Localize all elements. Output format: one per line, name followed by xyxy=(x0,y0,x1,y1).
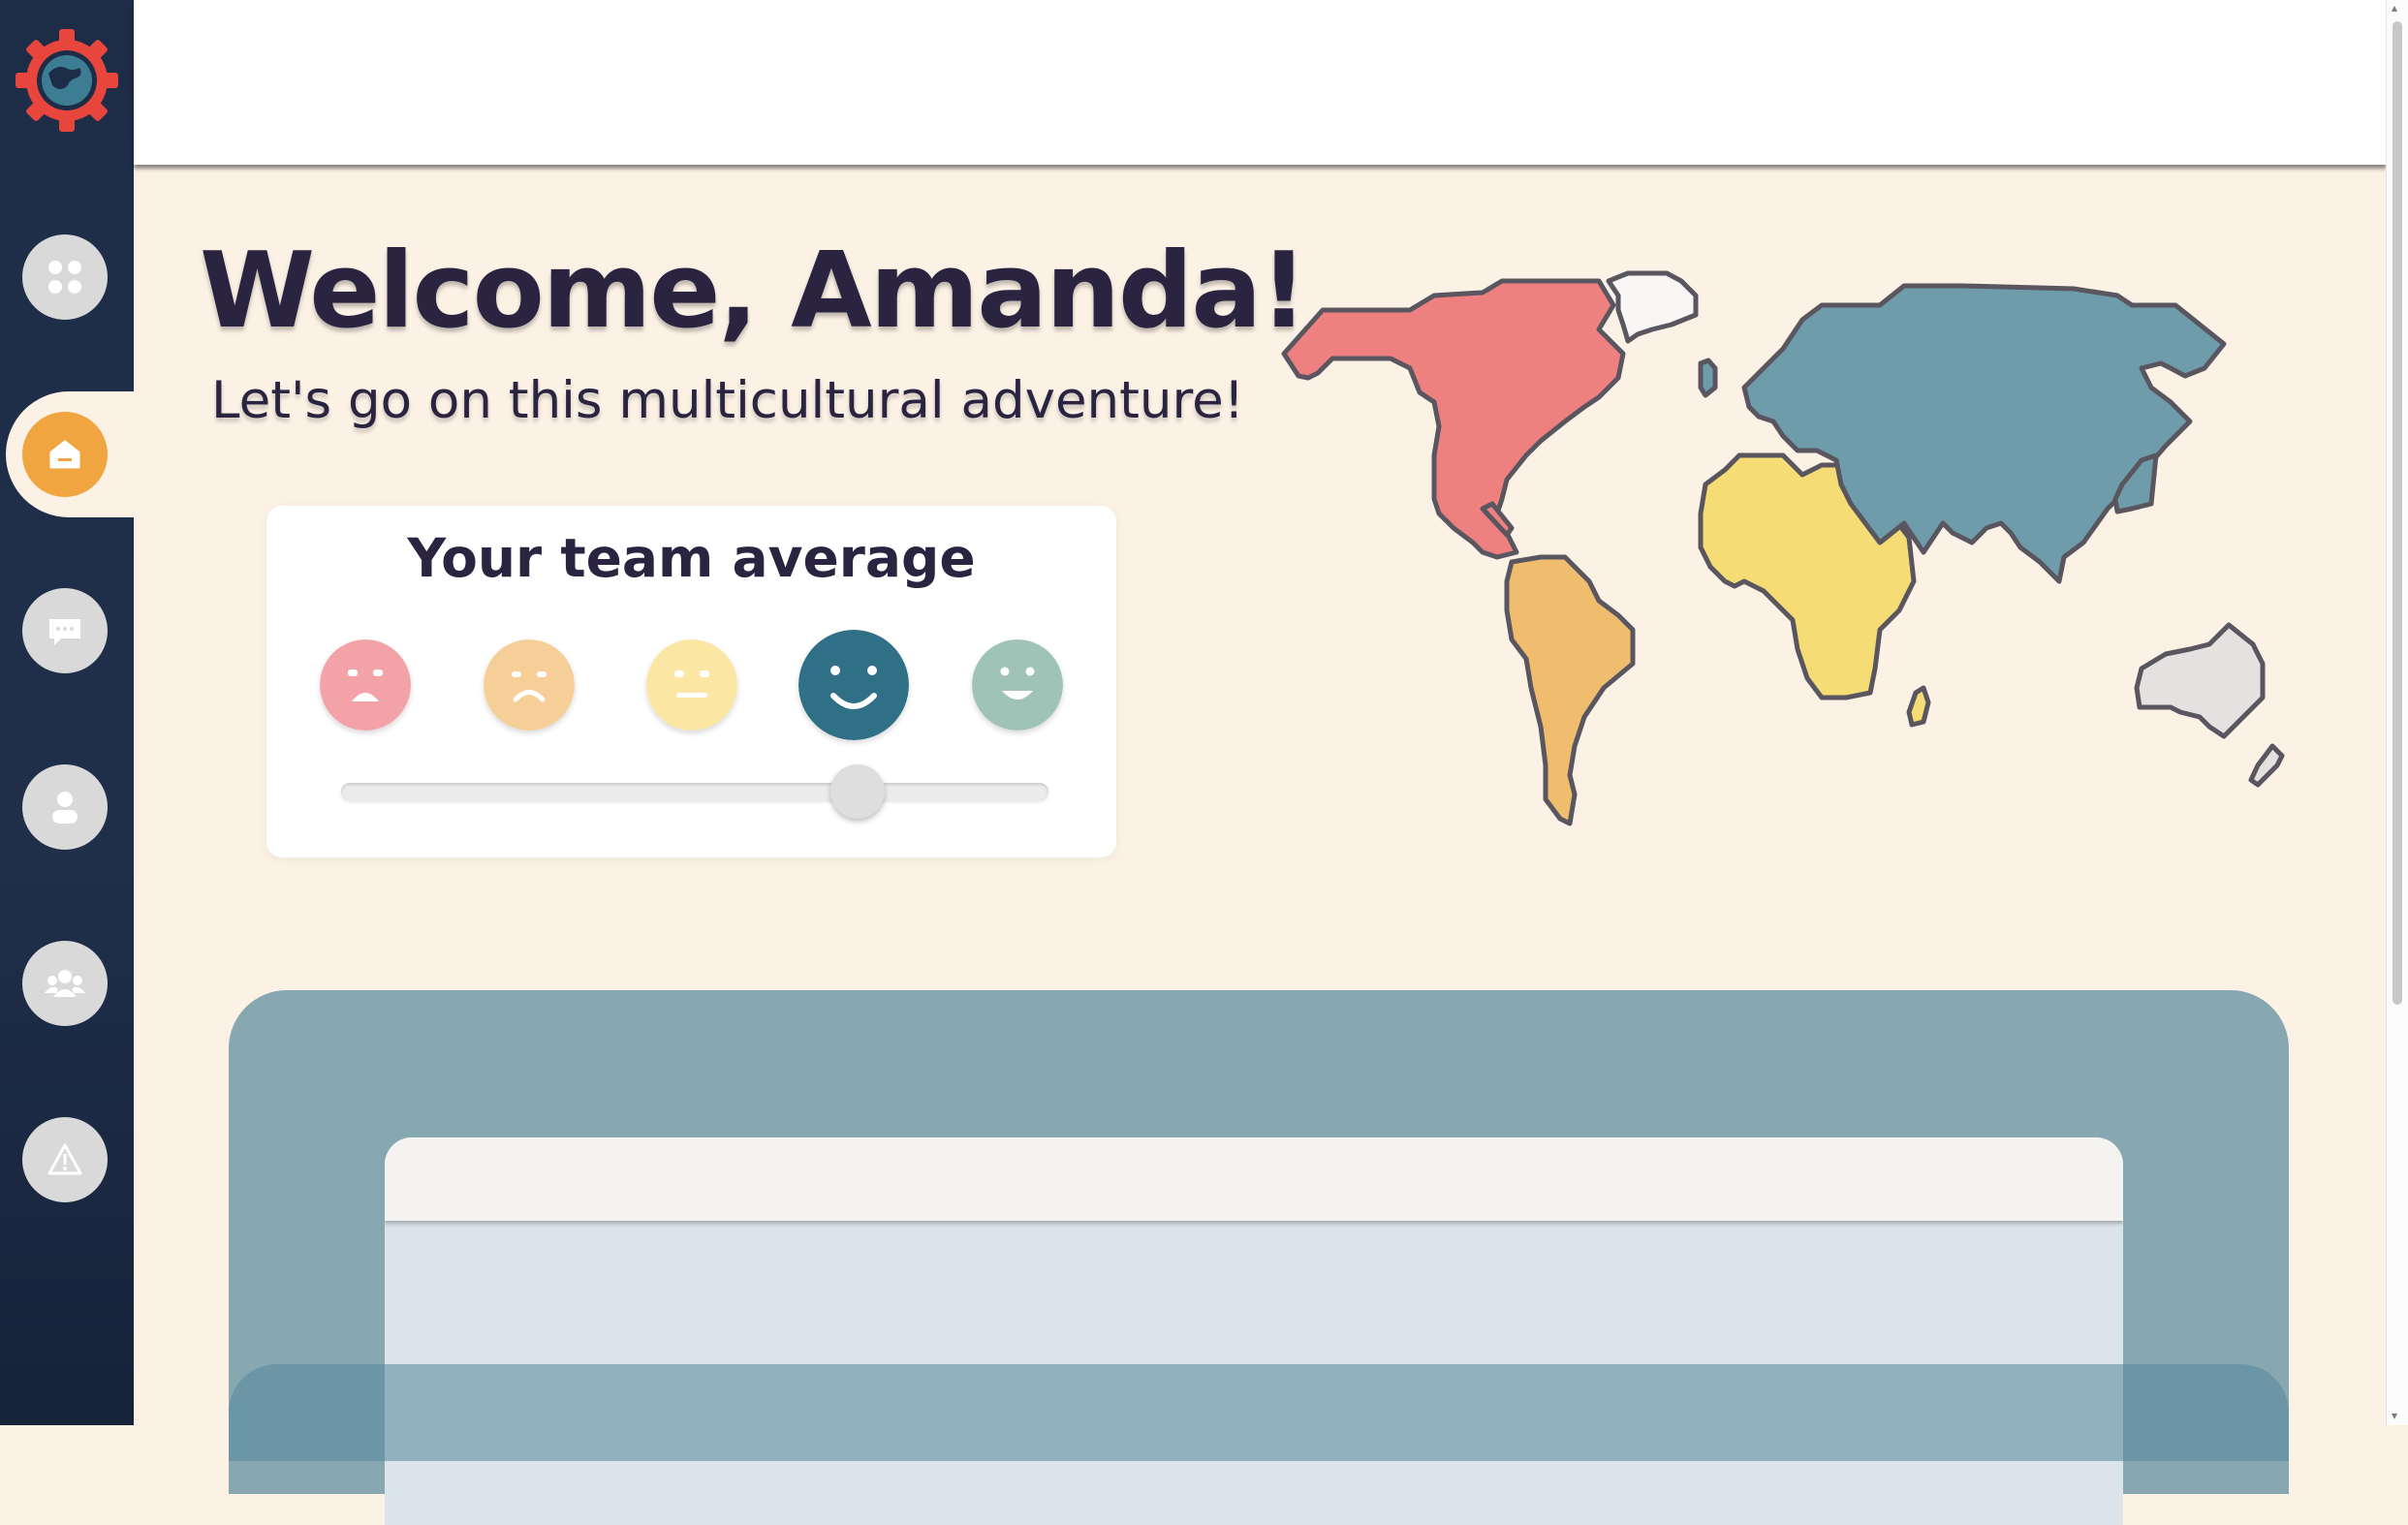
team-average-title: Your team average xyxy=(407,527,976,589)
scroll-up-icon[interactable]: ▴ xyxy=(2392,2,2397,14)
page-title: Welcome, Amanda! xyxy=(200,231,1307,352)
neutral-face-icon[interactable] xyxy=(646,639,737,731)
south-america-shape xyxy=(1504,554,1636,826)
sidebar-item-team[interactable] xyxy=(22,941,108,1026)
grid-icon xyxy=(48,261,81,294)
team-average-card: Your team average xyxy=(266,506,1116,857)
panel-bottom-band xyxy=(229,1364,2289,1461)
madagascar-shape xyxy=(1906,685,1931,728)
scroll-down-icon[interactable]: ▾ xyxy=(2392,1410,2397,1421)
sidebar-item-home[interactable] xyxy=(22,412,108,497)
happy-face-icon[interactable] xyxy=(798,630,909,740)
world-map-illustration xyxy=(1281,270,2285,826)
top-bar xyxy=(134,0,2387,165)
home-icon xyxy=(49,440,80,469)
sidebar-item-chat[interactable] xyxy=(22,588,108,673)
warning-icon xyxy=(47,1143,82,1175)
user-icon xyxy=(52,792,78,824)
north-america-shape xyxy=(1281,278,1626,560)
sidebar-item-alerts[interactable] xyxy=(22,1117,108,1202)
uk-shape xyxy=(1698,358,1718,398)
greenland-shape xyxy=(1606,270,1699,344)
sad-face-icon[interactable] xyxy=(484,639,575,731)
content-card-header xyxy=(385,1137,2123,1221)
australia-shape xyxy=(2134,622,2266,739)
page-scrollbar[interactable]: ▴ ▾ xyxy=(2386,0,2408,1425)
app-logo[interactable] xyxy=(14,27,120,134)
very-sad-face-icon[interactable] xyxy=(320,639,411,731)
group-icon xyxy=(45,970,85,997)
chat-icon xyxy=(49,619,80,645)
content-card xyxy=(385,1137,2123,1525)
very-happy-face-icon[interactable] xyxy=(972,639,1063,731)
sidebar-item-profile[interactable] xyxy=(22,764,108,850)
sidebar-item-dashboard[interactable] xyxy=(22,234,108,320)
new-zealand-shape xyxy=(2248,743,2285,788)
page-subtitle: Let's go on this multicultural adventure… xyxy=(211,371,1245,430)
mood-slider-track[interactable] xyxy=(341,783,1048,800)
scroll-thumb[interactable] xyxy=(2392,21,2402,1005)
mood-slider-handle[interactable] xyxy=(829,764,885,819)
sidebar xyxy=(0,0,140,1425)
